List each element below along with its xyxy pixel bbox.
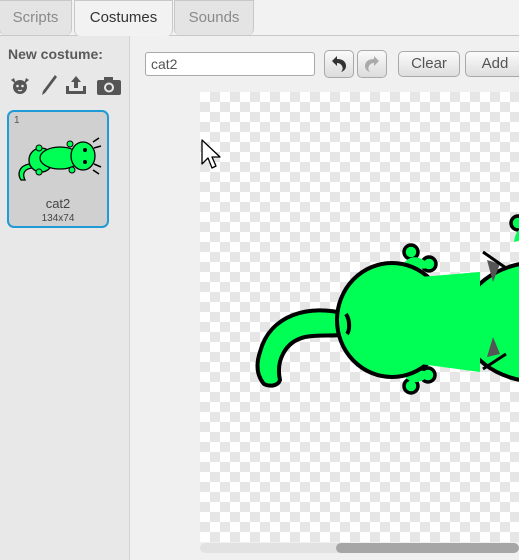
add-button[interactable]: Add bbox=[465, 51, 519, 77]
costume-name-input[interactable] bbox=[145, 52, 315, 76]
camera-icon[interactable] bbox=[96, 74, 121, 96]
new-costume-label: New costume: bbox=[8, 46, 103, 62]
costume-thumbnail[interactable]: 1 cat2 134x74 bbox=[7, 110, 109, 228]
clear-button[interactable]: Clear bbox=[398, 51, 460, 77]
redo-icon bbox=[365, 56, 379, 72]
costume-size-label: 134x74 bbox=[41, 213, 75, 224]
undo-icon bbox=[332, 56, 346, 72]
scrollbar-thumb[interactable] bbox=[336, 543, 519, 553]
costume-number: 1 bbox=[14, 115, 20, 126]
mouse-pointer-icon bbox=[201, 139, 221, 169]
redo-button[interactable] bbox=[357, 50, 387, 78]
costume-name-label: cat2 bbox=[45, 196, 71, 211]
costume-thumbnail-image bbox=[18, 137, 102, 181]
tab-sounds[interactable]: Sounds bbox=[174, 0, 254, 35]
costume-sidebar: New costume: 1 cat2 134x74 bbox=[0, 36, 130, 560]
cat-costume-image bbox=[255, 214, 519, 395]
drawing-canvas[interactable] bbox=[200, 92, 519, 542]
paint-from-library-icon[interactable] bbox=[8, 74, 32, 96]
tab-costumes[interactable]: Costumes bbox=[74, 0, 173, 36]
paint-new-icon[interactable] bbox=[37, 74, 61, 96]
canvas-horizontal-scrollbar[interactable] bbox=[200, 543, 519, 553]
upload-icon[interactable] bbox=[64, 74, 88, 96]
tab-scripts[interactable]: Scripts bbox=[0, 0, 72, 35]
new-costume-icons bbox=[8, 74, 123, 96]
tab-bar: Scripts Costumes Sounds bbox=[0, 0, 519, 36]
undo-button[interactable] bbox=[324, 50, 354, 78]
paint-editor: Clear Add bbox=[130, 36, 519, 560]
